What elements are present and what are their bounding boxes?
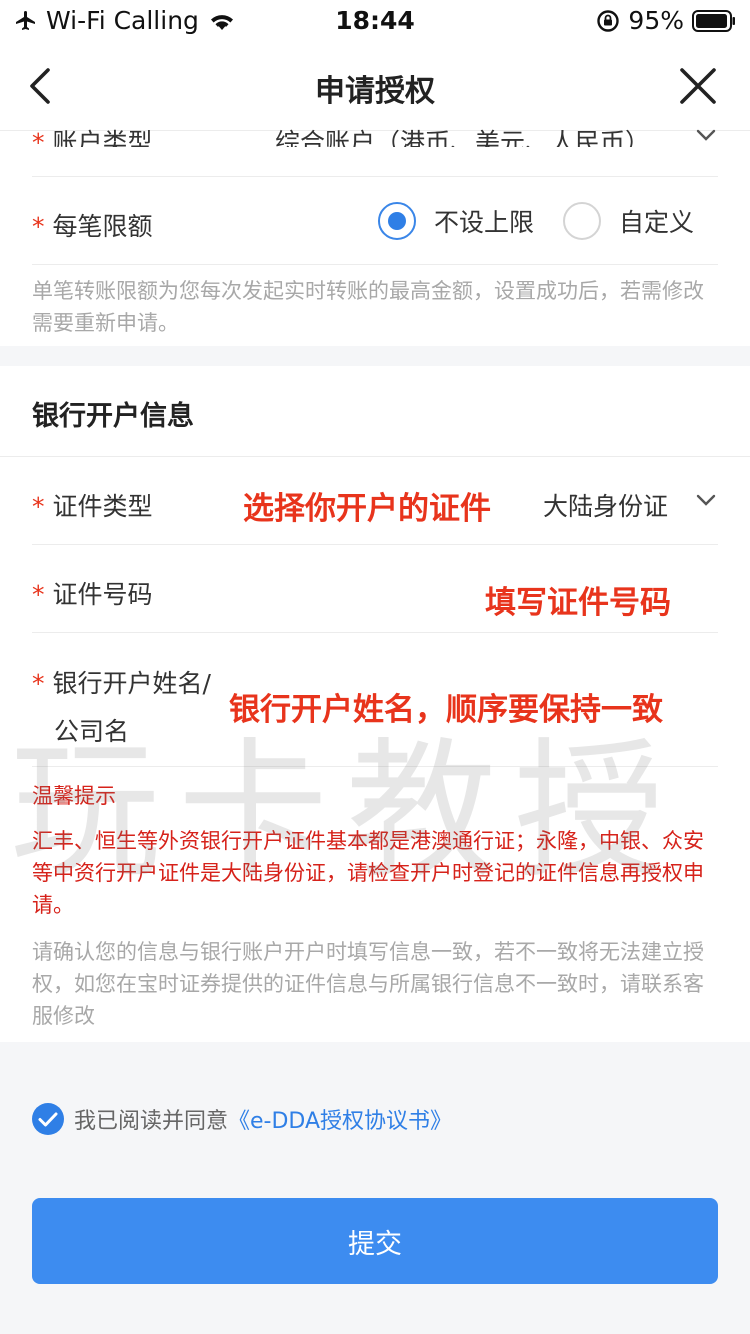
limit-option-custom[interactable]: 自定义: [563, 202, 694, 240]
id-number-label-row: * 证件号码: [32, 580, 153, 609]
submit-button[interactable]: 提交: [32, 1198, 718, 1284]
id-number-label: 证件号码: [52, 580, 153, 609]
section-title: 银行开户信息: [32, 401, 194, 432]
limit-card: * 账户类型 综合账户（港币、美元、人民币） * 每笔限额 不设上限 自定义 单笔转…: [0, 128, 750, 346]
radio-unselected[interactable]: [563, 202, 601, 240]
status-bar: Wi-Fi Calling 18:44 95%: [0, 0, 750, 42]
limit-label-row: * 每笔限额: [32, 212, 153, 241]
id-type-label: 证件类型: [52, 492, 153, 521]
agreement-checkbox[interactable]: [32, 1103, 64, 1135]
annotation-id-number: 填写证件号码: [485, 585, 671, 621]
agreement-prefix: 我已阅读并同意: [74, 1109, 229, 1134]
limit-hint: 单笔转账限额为您每次发起实时转账的最高金额，设置成功后，若需修改需要重新申请。: [32, 279, 704, 335]
watermark: 玩卡教授: [10, 725, 683, 899]
account-type-row[interactable]: * 账户类型: [32, 123, 153, 147]
page-title: 申请授权: [315, 74, 435, 109]
account-type-value: 综合账户（港币、美元、人民币）: [275, 128, 651, 147]
limit-option-custom-label: 自定义: [619, 208, 695, 237]
close-button[interactable]: [676, 64, 720, 108]
limit-label: 每笔限额: [52, 212, 153, 241]
chevron-down-icon: [696, 129, 716, 141]
agreement-row[interactable]: 我已阅读并同意 《e-DDA授权协议书》: [32, 1103, 452, 1135]
battery-icon: [692, 9, 735, 32]
limit-option-unlimited-label: 不设上限: [434, 208, 535, 237]
orientation-lock-icon: [597, 9, 620, 32]
close-icon: [680, 68, 716, 104]
annotation-id-type: 选择你开户的证件: [243, 491, 491, 527]
id-type-label-row: * 证件类型: [32, 492, 153, 521]
status-right: 95%: [596, 6, 736, 35]
nav-bar: 申请授权: [0, 42, 750, 131]
notice-text: 请确认您的信息与银行账户开户时填写信息一致，若不一致将无法建立授权，如您在宝时证…: [32, 940, 704, 1028]
limit-option-unlimited[interactable]: 不设上限: [378, 202, 534, 240]
id-number-input[interactable]: [260, 564, 464, 616]
radio-selected[interactable]: [378, 202, 416, 240]
checkmark-icon: [38, 1112, 58, 1127]
chevron-down-icon[interactable]: [696, 494, 716, 508]
id-type-select[interactable]: 大陆身份证: [543, 487, 668, 523]
battery-percent: 95%: [628, 6, 684, 35]
agreement-link[interactable]: 《e-DDA授权协议书》: [228, 1103, 452, 1135]
account-type-label: 账户类型: [52, 128, 153, 147]
